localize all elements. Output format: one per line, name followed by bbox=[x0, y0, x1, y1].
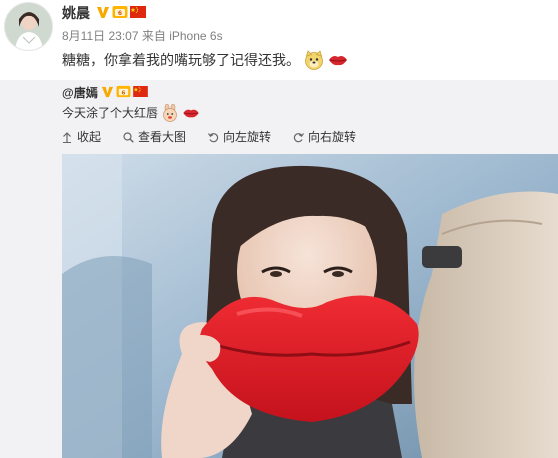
post-text-row: 糖糖，你拿着我的嘴玩够了记得还我。 bbox=[62, 50, 348, 70]
view-large-button[interactable]: 查看大图 bbox=[123, 130, 186, 144]
magnifier-icon bbox=[123, 131, 135, 143]
svg-text:6: 6 bbox=[122, 90, 126, 96]
lips-emoji-icon bbox=[329, 56, 347, 66]
post-image-illustration bbox=[62, 154, 558, 458]
view-large-label: 查看大图 bbox=[138, 130, 187, 144]
user-badges: 6 bbox=[96, 5, 146, 19]
rotate-right-icon bbox=[293, 132, 305, 143]
image-toolbar: 收起 查看大图 向左旋转 向右旋转 bbox=[62, 130, 356, 144]
rotate-left-label: 向左旋转 bbox=[223, 130, 272, 144]
collapse-label: 收起 bbox=[77, 130, 102, 144]
avatar-image bbox=[5, 3, 52, 50]
svg-text:6: 6 bbox=[118, 10, 122, 17]
rabbit-emoji-icon bbox=[163, 104, 177, 122]
collapse-arrow-icon bbox=[62, 131, 74, 143]
lips-emoji-icon bbox=[183, 109, 199, 118]
vip-member-icon[interactable]: 6 bbox=[116, 85, 131, 98]
rotate-right-label: 向右旋转 bbox=[308, 130, 357, 144]
repost-text-row: 今天涂了个大红唇 bbox=[62, 104, 200, 122]
repost-card: @唐嫣 6 今天涂了个大红唇 收起 查看大图 向左旋转 向右旋转 bbox=[0, 80, 558, 458]
rotate-left-button[interactable]: 向左旋转 bbox=[208, 130, 271, 144]
post-source[interactable]: iPhone 6s bbox=[169, 29, 222, 43]
rotate-left-icon bbox=[208, 132, 220, 143]
vip-member-icon[interactable]: 6 bbox=[112, 5, 128, 19]
verified-v-icon[interactable] bbox=[96, 5, 110, 19]
verified-v-icon[interactable] bbox=[101, 85, 114, 98]
post-image[interactable] bbox=[62, 154, 558, 458]
china-flag-icon[interactable] bbox=[130, 6, 146, 18]
post-meta: 8月11日 23:07 来自 iPhone 6s bbox=[62, 29, 223, 43]
rotate-right-button[interactable]: 向右旋转 bbox=[293, 130, 356, 144]
avatar[interactable] bbox=[4, 2, 53, 51]
post-text: 糖糖，你拿着我的嘴玩够了记得还我。 bbox=[62, 52, 300, 68]
doge-emoji-icon bbox=[305, 50, 323, 70]
china-flag-icon[interactable] bbox=[133, 86, 148, 97]
weibo-post: 姚晨 6 8月11日 23:07 来自 iPhone 6s 糖糖，你拿着我的嘴玩… bbox=[0, 0, 558, 80]
repost-user-badges: 6 bbox=[101, 85, 148, 98]
post-source-prefix: 来自 bbox=[141, 29, 166, 43]
post-username[interactable]: 姚晨 bbox=[62, 4, 90, 22]
repost-username[interactable]: @唐嫣 bbox=[62, 86, 98, 100]
repost-text: 今天涂了个大红唇 bbox=[62, 106, 159, 120]
post-timestamp[interactable]: 8月11日 23:07 bbox=[62, 29, 139, 43]
collapse-button[interactable]: 收起 bbox=[62, 130, 101, 144]
